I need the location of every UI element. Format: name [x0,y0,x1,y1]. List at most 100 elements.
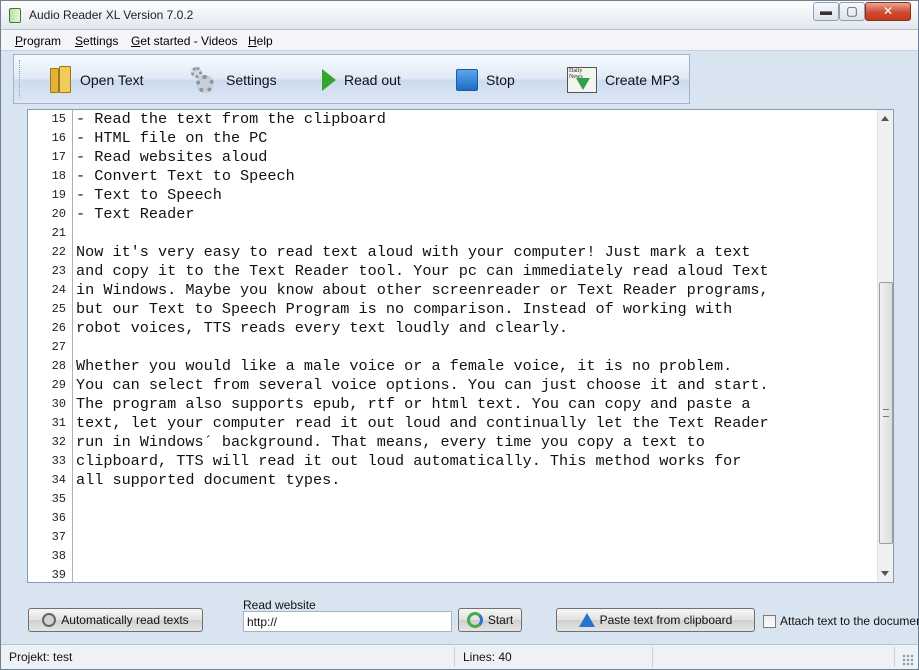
toolbar-grip[interactable] [19,60,22,98]
line-number: 34 [51,473,66,487]
text-line[interactable]: but our Text to Speech Program is no com… [74,300,877,319]
line-number: 36 [51,511,66,525]
auto-read-button[interactable]: Automatically read texts [28,608,203,632]
line-number: 31 [51,416,66,430]
app-icon [9,8,21,23]
stop-icon [456,69,478,91]
toolbar: Open Text Settings Read out Stop Create … [13,54,690,104]
text-line[interactable]: - Read websites aloud [74,148,877,167]
text-line[interactable] [74,338,877,357]
line-number: 24 [51,283,66,297]
line-number: 38 [51,549,66,563]
play-icon [322,69,336,91]
line-number: 22 [51,245,66,259]
attach-text-checkbox[interactable] [763,614,776,628]
line-number: 28 [51,359,66,373]
window-title: Audio Reader XL Version 7.0.2 [29,8,194,22]
line-number: 16 [51,131,66,145]
text-line[interactable] [74,547,877,566]
text-line[interactable]: and copy it to the Text Reader tool. You… [74,262,877,281]
vertical-scrollbar[interactable] [877,110,893,582]
text-line[interactable]: - Read the text from the clipboard [74,110,877,129]
text-line[interactable]: all supported document types. [74,471,877,490]
text-line[interactable]: - Convert Text to Speech [74,167,877,186]
minimize-button[interactable]: ▬ [813,2,839,21]
editor-text-area[interactable]: - Read the text from the clipboard - HTML… [74,110,877,582]
open-text-label: Open Text [80,72,144,88]
arrow-up-icon [578,613,595,627]
books-icon [50,66,72,94]
text-line[interactable]: The program also supports epub, rtf or h… [74,395,877,414]
start-button[interactable]: Start [458,608,522,632]
text-line[interactable]: run in Windows´ background. That means, … [74,433,877,452]
text-line[interactable]: Whether you would like a male voice or a… [74,357,877,376]
settings-label: Settings [226,72,277,88]
ear-icon [42,613,57,627]
attach-text-label: Attach text to the document [780,614,919,628]
menu-help[interactable]: Help [248,34,273,48]
status-project: Projekt: test [3,647,455,667]
line-number: 19 [51,188,66,202]
toolbar-area: Open Text Settings Read out Stop Create … [1,51,918,107]
text-line[interactable]: - Text to Speech [74,186,877,205]
line-number: 18 [51,169,66,183]
menu-bar: Program Settings Get started - Videos He… [1,30,918,51]
open-text-button[interactable]: Open Text [50,65,144,95]
line-number: 17 [51,150,66,164]
line-number: 39 [51,568,66,582]
scroll-up-icon[interactable] [881,116,889,121]
text-editor[interactable]: 15 16 17 18 19 20 21 22 23 24 25 26 27 28 29 30 31 32 33 34… [27,109,894,583]
settings-button[interactable]: Settings [190,65,277,95]
start-label: Start [487,613,514,627]
scrollbar-thumb[interactable] [879,282,893,544]
text-line[interactable]: in Windows. Maybe you know about other s… [74,281,877,300]
menu-settings[interactable]: Settings [75,34,118,48]
read-website-label: Read website [243,598,316,612]
text-line[interactable]: - Text Reader [74,205,877,224]
text-line[interactable] [74,528,877,547]
paste-clipboard-button[interactable]: Paste text from clipboard [556,608,755,632]
resize-grip-icon[interactable] [902,654,914,666]
text-line[interactable] [74,490,877,509]
title-bar[interactable]: Audio Reader XL Version 7.0.2 ▬ ▢ ✕ [1,1,918,30]
text-line[interactable]: - HTML file on the PC [74,129,877,148]
gear-icon [190,66,218,94]
website-url-input[interactable] [243,611,452,632]
create-mp3-label: Create MP3 [605,72,680,88]
text-line[interactable]: text, let your computer read it out loud… [74,414,877,433]
text-line[interactable]: clipboard, TTS will read it out loud aut… [74,452,877,471]
stop-button[interactable]: Stop [456,65,515,95]
status-empty [655,647,895,667]
close-button[interactable]: ✕ [865,2,911,21]
maximize-button[interactable]: ▢ [839,2,865,21]
attach-text-checkbox-group[interactable]: Attach text to the document [763,614,919,628]
paste-clipboard-label: Paste text from clipboard [599,613,733,627]
bottom-controls: Automatically read texts Read website St… [1,585,919,642]
line-number: 21 [51,226,66,240]
menu-get-started-videos[interactable]: Get started - Videos [131,34,238,48]
text-line[interactable] [74,224,877,243]
line-number: 35 [51,492,66,506]
line-number: 29 [51,378,66,392]
line-number-gutter: 15 16 17 18 19 20 21 22 23 24 25 26 27 28 29 30 31 32 33 34… [28,110,73,582]
text-line[interactable] [74,509,877,528]
line-number: 25 [51,302,66,316]
scroll-down-icon[interactable] [881,571,889,576]
app-window: Audio Reader XL Version 7.0.2 ▬ ▢ ✕ Prog… [0,0,919,670]
line-number: 32 [51,435,66,449]
line-number: 26 [51,321,66,335]
status-lines: Lines: 40 [457,647,653,667]
line-number: 37 [51,530,66,544]
refresh-icon [466,612,483,628]
read-out-button[interactable]: Read out [322,65,401,95]
menu-program[interactable]: Program [15,34,61,48]
line-number: 23 [51,264,66,278]
text-line[interactable]: Now it's very easy to read text aloud wi… [74,243,877,262]
text-line[interactable] [74,566,877,582]
text-line[interactable]: You can select from several voice option… [74,376,877,395]
text-line[interactable]: robot voices, TTS reads every text loudl… [74,319,877,338]
create-mp3-button[interactable]: Create MP3 [567,65,680,95]
line-number: 20 [51,207,66,221]
line-number: 15 [51,112,66,126]
line-number: 33 [51,454,66,468]
